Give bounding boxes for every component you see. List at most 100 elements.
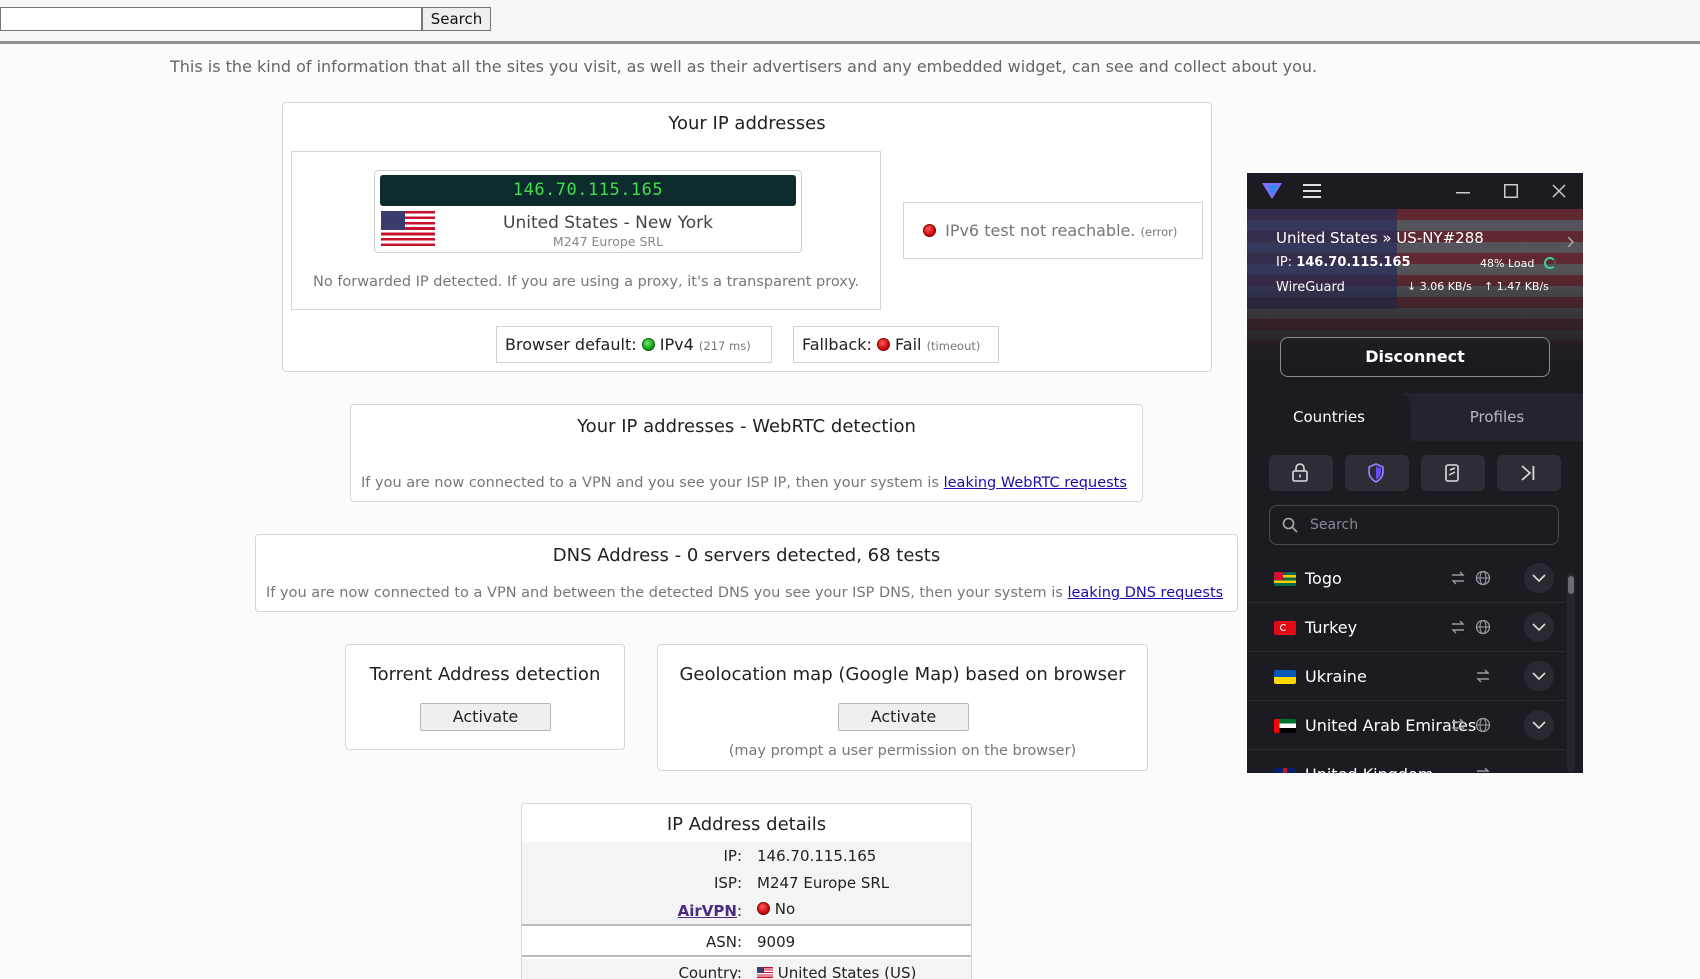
fallback-note: (timeout) [926, 339, 981, 353]
scrollbar-thumb[interactable] [1568, 576, 1574, 594]
country-row-uk[interactable]: United Kingdom [1247, 750, 1565, 773]
arrow-down-icon: ↓ [1407, 280, 1417, 293]
geolocation-title: Geolocation map (Google Map) based on br… [679, 664, 1126, 685]
intro-text: This is the kind of information that all… [170, 57, 1318, 76]
reconnect-icon[interactable] [1475, 668, 1491, 684]
dns-title: DNS Address - 0 servers detected, 68 tes… [552, 545, 941, 566]
ipv6-note: (error) [1140, 225, 1178, 239]
reconnect-icon[interactable] [1475, 766, 1491, 773]
vpn-ip-label: IP: [1276, 255, 1293, 270]
dns-note-line: If you are now connected to a VPN and be… [266, 585, 1223, 601]
airvpn-value: No [774, 900, 796, 918]
reconnect-icon[interactable] [1450, 570, 1466, 586]
ip-location: United States - New York [503, 213, 713, 233]
ip-box-title: Your IP addresses [668, 113, 826, 134]
geolocation-activate-button[interactable]: Activate [838, 703, 969, 731]
detail-row-airvpn: AirVPN: No [522, 896, 971, 926]
ip-details-box: IP Address details IP: 146.70.115.165 IS… [521, 803, 972, 979]
country-search-placeholder: Search [1310, 517, 1359, 533]
search-input[interactable] [0, 7, 422, 31]
expand-button[interactable] [1524, 563, 1554, 593]
forwarded-note: No forwarded IP detected. If you are usi… [313, 274, 859, 290]
search-icon [1282, 517, 1298, 533]
leaking-dns-link[interactable]: leaking DNS requests [1067, 585, 1223, 601]
chevron-down-icon [1532, 574, 1546, 582]
ipv6-status: IPv6 test not reachable. (error) [923, 221, 1177, 240]
arrow-up-icon: ↑ [1484, 280, 1494, 293]
reconnect-icon[interactable] [1450, 717, 1466, 733]
minimize-icon[interactable] [1456, 185, 1470, 199]
load-indicator-icon [1544, 257, 1556, 269]
country-row-ukraine[interactable]: Ukraine [1247, 652, 1565, 701]
geolocation-box: Geolocation map (Google Map) based on br… [657, 644, 1148, 771]
country-row-togo[interactable]: Togo [1247, 554, 1565, 603]
vpn-protocol: WireGuard [1276, 280, 1345, 295]
vpn-tabs: Countries Profiles [1247, 393, 1583, 441]
ip-isp: M247 Europe SRL [552, 234, 664, 249]
tab-countries[interactable]: Countries [1247, 408, 1411, 426]
geolocation-note: (may prompt a user permission on the bro… [728, 743, 1077, 759]
detail-value: 9009 [757, 933, 796, 951]
globe-icon[interactable] [1475, 570, 1491, 586]
fallback-value: Fail [895, 335, 922, 354]
search-button[interactable]: Search [422, 7, 491, 31]
torrent-activate-button[interactable]: Activate [420, 703, 551, 731]
country-search-field[interactable]: Search [1269, 505, 1559, 545]
vpn-download: ↓ 3.06 KB/s [1407, 280, 1472, 293]
chevron-down-icon [1532, 721, 1546, 729]
country-name: United Kingdom [1305, 765, 1433, 773]
vpn-logo-icon [1262, 183, 1282, 199]
disconnect-button[interactable]: Disconnect [1280, 337, 1550, 377]
ipv6-error-icon [923, 224, 936, 237]
ip-details-title: IP Address details [666, 814, 827, 835]
airvpn-colon: : [736, 902, 742, 920]
webrtc-title: Your IP addresses - WebRTC detection [577, 416, 916, 437]
ip-display: 146.70.115.165 [380, 175, 796, 206]
detail-value: 146.70.115.165 [757, 847, 877, 865]
ip-addresses-box: Your IP addresses 146.70.115.165 United … [282, 102, 1212, 372]
detail-value: M247 Europe SRL [757, 874, 890, 892]
expand-button[interactable] [1524, 612, 1554, 642]
ukraine-flag-icon [1274, 670, 1296, 684]
uae-flag-icon [1274, 719, 1296, 733]
country-name: Turkey [1305, 618, 1358, 637]
menu-icon[interactable] [1303, 184, 1321, 198]
netshield-filter[interactable] [1345, 455, 1409, 491]
dns-box: DNS Address - 0 servers detected, 68 tes… [255, 534, 1238, 612]
globe-icon[interactable] [1475, 619, 1491, 635]
detail-value: United States (US) [757, 964, 916, 979]
chevron-right-icon[interactable] [1567, 236, 1575, 248]
close-icon[interactable] [1552, 184, 1566, 198]
detail-key: AirVPN: [522, 902, 742, 920]
dns-note: If you are now connected to a VPN and be… [266, 585, 1063, 601]
airvpn-link[interactable]: AirVPN [678, 902, 737, 920]
webrtc-note: If you are now connected to a VPN and yo… [361, 475, 939, 491]
reconnect-icon[interactable] [1450, 619, 1466, 635]
detail-row-isp: ISP: M247 Europe SRL [522, 869, 971, 896]
tab-profiles[interactable]: Profiles [1411, 408, 1583, 426]
airvpn-no-icon [757, 902, 770, 915]
webrtc-box: Your IP addresses - WebRTC detection If … [350, 404, 1143, 502]
country-list-scrollbar[interactable] [1567, 573, 1575, 773]
detail-value: No [757, 900, 795, 918]
fallback-panel: Fallback: Fail (timeout) [793, 326, 999, 363]
detail-row-asn: ASN: 9009 [522, 928, 971, 957]
p2p-filter[interactable] [1421, 455, 1485, 491]
leaking-webrtc-link[interactable]: leaking WebRTC requests [944, 475, 1127, 491]
country-name: Togo [1305, 569, 1342, 588]
maximize-icon[interactable] [1504, 184, 1518, 198]
detail-row-country: Country: United States (US) [522, 959, 971, 979]
country-row-uae[interactable]: United Arab Emirates [1247, 701, 1565, 750]
globe-icon[interactable] [1475, 717, 1491, 733]
country-value: United States (US) [777, 964, 917, 979]
secure-core-filter[interactable] [1269, 455, 1333, 491]
detail-key: Country: [678, 964, 742, 979]
expand-button[interactable] [1524, 710, 1554, 740]
vpn-ip: 146.70.115.165 [1296, 255, 1411, 270]
turkey-flag-icon [1274, 621, 1296, 635]
torrent-title: Torrent Address detection [369, 664, 601, 685]
country-row-turkey[interactable]: Turkey [1247, 603, 1565, 652]
shield-icon [1368, 463, 1384, 483]
expand-button[interactable] [1524, 661, 1554, 691]
tor-filter[interactable] [1497, 455, 1561, 491]
